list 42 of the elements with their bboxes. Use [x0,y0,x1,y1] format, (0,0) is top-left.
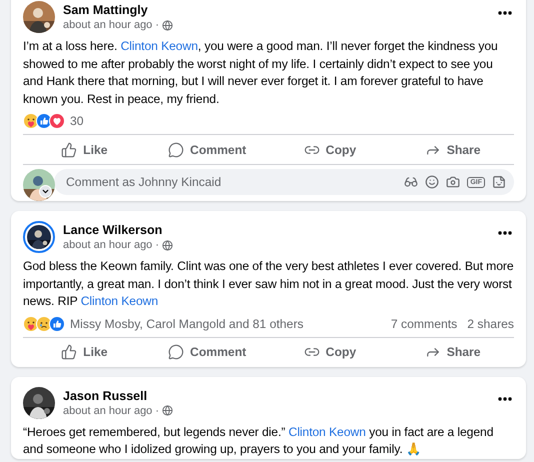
emoji-icon[interactable] [425,175,440,189]
share-count[interactable]: 2 shares [467,316,514,330]
heart-reaction-icon [49,113,65,129]
share-button[interactable]: Share [391,338,514,366]
mention-link[interactable]: Clinton Keown [120,39,198,53]
more-icon [498,11,512,15]
like-reaction-icon [49,316,65,332]
comment-count[interactable]: 7 comments [390,316,458,330]
reaction-summary[interactable]: Missy Mosby, Carol Mangold and 81 others [70,316,381,330]
like-icon [61,344,78,360]
globe-icon [162,405,173,416]
post-time[interactable]: about an hour ago [63,239,152,251]
reaction-summary[interactable]: 30 [70,114,514,128]
post-text: God bless the Keown family. Clint was one of the very best athletes I ever covered. But more importantly, a great man. I don’t think I ever saw him not in a great mood. Just the very worst news. RIP Clinton Keown [23,258,514,310]
post-time[interactable]: about an hour ago [63,19,152,31]
more-icon [498,231,512,235]
camera-icon[interactable] [446,175,460,189]
more-icon [498,396,512,400]
like-button[interactable]: Like [23,136,146,163]
mention-link[interactable]: Clinton Keown [80,294,158,308]
author-name[interactable]: Lance Wilkerson [63,223,488,237]
post-time[interactable]: about an hour ago [63,404,152,416]
globe-icon [162,20,173,30]
share-button[interactable]: Share [391,136,514,163]
copy-button[interactable]: Copy [268,338,392,366]
post-text: I’m at a loss here. Clinton Keown, you were a good man. I’ll never forget the kindness you showed to me after probably the worst night of my life. I certainly didn’t expect to see you and Hank there that morning, but I will never ever forget it. I am forever grateful to have known you. Rest in peace, my friend. [23,38,499,108]
separator-dot: · [155,404,159,416]
sticker-icon[interactable] [492,175,506,189]
copy-button[interactable]: Copy [268,136,392,163]
comment-button[interactable]: Comment [146,136,268,163]
author-name[interactable]: Sam Mattingly [63,3,488,17]
like-button[interactable]: Like [23,338,146,366]
post-text: “Heroes get remembered, but legends never die.” Clinton Keown you in fact are a legend and someone who I idolized growing up, prayers to you and your family. 🙏 [23,424,494,458]
separator-dot: · [155,19,159,31]
mention-link[interactable]: Clinton Keown [288,424,366,438]
like-icon [61,142,78,158]
author-name[interactable]: Jason Russell [63,388,488,402]
comment-icon [168,142,184,158]
separator-dot: · [155,239,159,251]
comment-button[interactable]: Comment [146,338,268,366]
globe-icon [162,240,173,250]
comment-icon [168,344,184,360]
